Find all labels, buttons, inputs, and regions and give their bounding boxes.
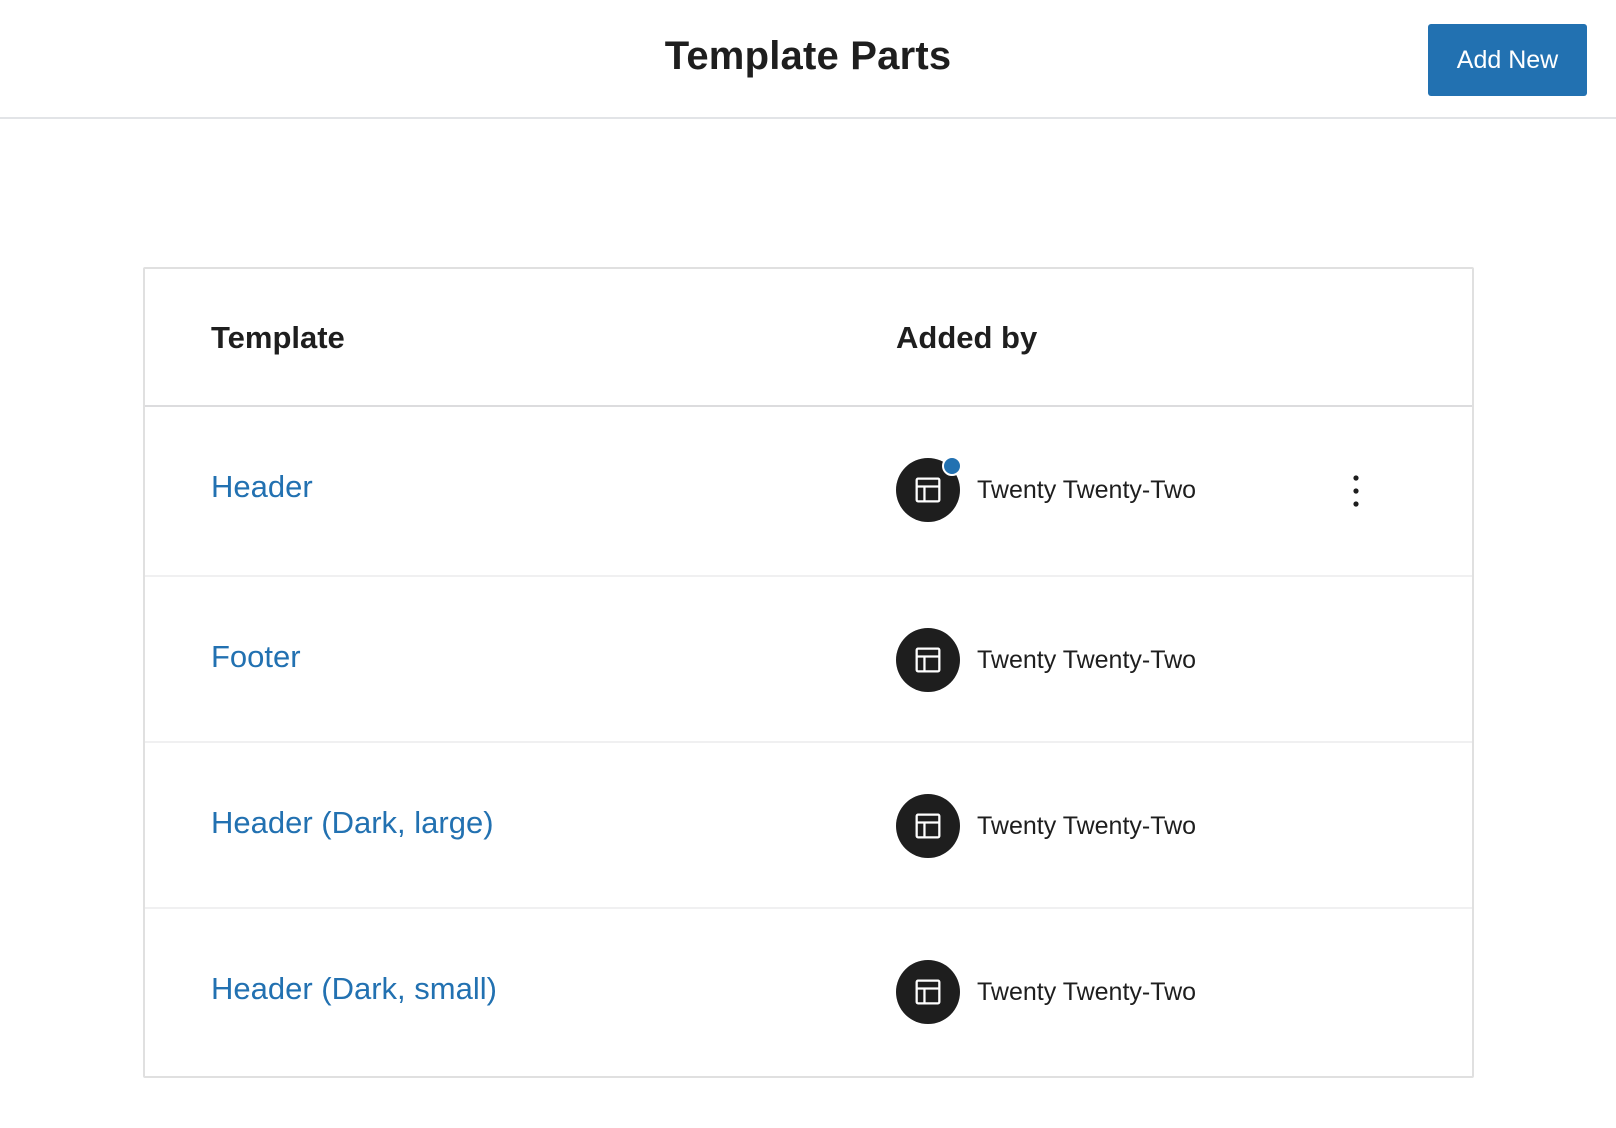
added-by: Twenty Twenty-Two <box>896 456 1197 522</box>
row-actions-button[interactable] <box>1341 466 1371 516</box>
status-badge-dot <box>942 456 962 476</box>
author-name: Twenty Twenty-Two <box>977 811 1197 840</box>
author-name: Twenty Twenty-Two <box>977 475 1197 504</box>
author-avatar <box>896 794 960 858</box>
author-avatar <box>896 960 960 1024</box>
top-bar: Template Parts Add New <box>0 0 1616 119</box>
template-link-header[interactable]: Header <box>211 469 313 505</box>
added-by: Twenty Twenty-Two <box>896 628 1196 692</box>
author-name: Twenty Twenty-Two <box>977 977 1197 1006</box>
template-parts-table: Template Added by Header Twenty Twenty-T… <box>143 267 1474 1078</box>
author-avatar <box>896 456 962 522</box>
layout-icon <box>915 979 941 1005</box>
page-title: Template Parts <box>664 34 952 78</box>
template-link-header-dark-large[interactable]: Header (Dark, large) <box>211 805 494 841</box>
table-row: Footer Twenty Twenty-Two <box>145 577 1472 743</box>
author-avatar <box>896 628 960 692</box>
added-by: Twenty Twenty-Two <box>896 960 1196 1024</box>
layout-icon <box>915 477 941 503</box>
column-header-template: Template <box>211 320 345 355</box>
layout-icon <box>915 647 941 673</box>
added-by: Twenty Twenty-Two <box>896 794 1196 858</box>
table-row: Header (Dark, large) Twenty Twenty-Two <box>145 743 1472 909</box>
table-row: Header Twenty Twenty-Two <box>145 407 1472 577</box>
column-header-added-by: Added by <box>896 320 1038 355</box>
add-new-button[interactable]: Add New <box>1428 24 1587 96</box>
template-link-footer[interactable]: Footer <box>211 639 301 675</box>
table-header: Template Added by <box>145 269 1472 407</box>
template-link-header-dark-small[interactable]: Header (Dark, small) <box>211 971 497 1007</box>
table-row: Header (Dark, small) Twenty Twenty-Two <box>145 909 1472 1076</box>
layout-icon <box>915 813 941 839</box>
more-vertical-icon <box>1353 475 1359 507</box>
author-name: Twenty Twenty-Two <box>977 645 1197 674</box>
